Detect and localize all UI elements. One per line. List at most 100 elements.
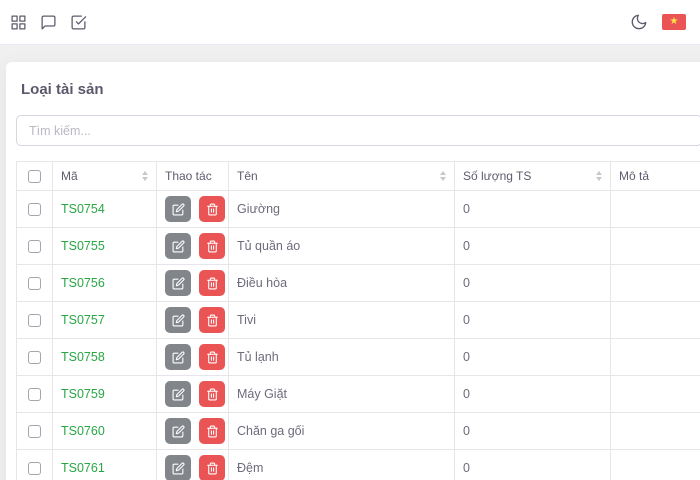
actions-cell [157, 228, 229, 265]
select-all-header [17, 162, 53, 191]
actions-cell [157, 413, 229, 450]
header-description: Mô tả [611, 162, 700, 191]
asset-code-link[interactable]: TS0761 [61, 461, 105, 475]
edit-icon [172, 314, 185, 327]
edit-button[interactable] [165, 307, 191, 333]
trash-icon [206, 425, 219, 438]
check-square-icon[interactable] [70, 14, 87, 31]
edit-icon [172, 240, 185, 253]
asset-code-link[interactable]: TS0758 [61, 350, 105, 364]
row-checkbox[interactable] [28, 462, 41, 475]
row-checkbox[interactable] [28, 240, 41, 253]
description-cell [611, 228, 700, 265]
trash-icon [206, 314, 219, 327]
name-cell: Đệm [229, 450, 455, 480]
edit-icon [172, 203, 185, 216]
edit-button[interactable] [165, 344, 191, 370]
delete-button[interactable] [199, 344, 225, 370]
asset-code-link[interactable]: TS0755 [61, 239, 105, 253]
sort-icon [142, 171, 148, 181]
quantity-cell: 0 [455, 450, 611, 480]
code-cell: TS0757 [53, 302, 157, 339]
code-cell: TS0758 [53, 339, 157, 376]
asset-code-link[interactable]: TS0760 [61, 424, 105, 438]
table-row: TS0757 Tivi 0 [17, 302, 700, 339]
trash-icon [206, 203, 219, 216]
edit-icon [172, 277, 185, 290]
row-checkbox-cell [17, 450, 53, 480]
quantity-cell: 0 [455, 265, 611, 302]
code-cell: TS0755 [53, 228, 157, 265]
trash-icon [206, 388, 219, 401]
topbar-left-icons [10, 14, 87, 31]
row-checkbox-cell [17, 413, 53, 450]
trash-icon [206, 240, 219, 253]
row-checkbox[interactable] [28, 277, 41, 290]
quantity-cell: 0 [455, 413, 611, 450]
delete-button[interactable] [199, 307, 225, 333]
table-row: TS0755 Tủ quần áo 0 [17, 228, 700, 265]
sort-icon [440, 171, 446, 181]
row-checkbox-cell [17, 191, 53, 228]
table-row: TS0758 Tủ lạnh 0 [17, 339, 700, 376]
edit-button[interactable] [165, 381, 191, 407]
code-cell: TS0761 [53, 450, 157, 480]
asset-code-link[interactable]: TS0756 [61, 276, 105, 290]
table-row: TS0760 Chăn ga gối 0 [17, 413, 700, 450]
topbar: ★ [0, 0, 700, 45]
delete-button[interactable] [199, 381, 225, 407]
asset-code-link[interactable]: TS0757 [61, 313, 105, 327]
delete-button[interactable] [199, 418, 225, 444]
description-cell [611, 265, 700, 302]
row-checkbox[interactable] [28, 425, 41, 438]
edit-button[interactable] [165, 270, 191, 296]
edit-button[interactable] [165, 196, 191, 222]
table-row: TS0759 Máy Giặt 0 [17, 376, 700, 413]
select-all-checkbox[interactable] [28, 170, 41, 183]
sort-icon [596, 171, 602, 181]
moon-icon[interactable] [630, 13, 648, 31]
header-quantity[interactable]: Số lượng TS [455, 162, 611, 191]
delete-button[interactable] [199, 196, 225, 222]
chat-icon[interactable] [40, 14, 57, 31]
actions-cell [157, 191, 229, 228]
name-cell: Chăn ga gối [229, 413, 455, 450]
row-checkbox-cell [17, 265, 53, 302]
page: Loại tài sản Mã [0, 45, 700, 480]
row-checkbox[interactable] [28, 203, 41, 216]
row-checkbox[interactable] [28, 314, 41, 327]
description-cell [611, 413, 700, 450]
edit-button[interactable] [165, 233, 191, 259]
header-code[interactable]: Mã [53, 162, 157, 191]
header-name[interactable]: Tên [229, 162, 455, 191]
name-cell: Giường [229, 191, 455, 228]
delete-button[interactable] [199, 455, 225, 480]
quantity-cell: 0 [455, 228, 611, 265]
vietnam-flag-icon[interactable]: ★ [662, 14, 686, 30]
quantity-cell: 0 [455, 339, 611, 376]
topbar-right: ★ [630, 13, 686, 31]
edit-button[interactable] [165, 455, 191, 480]
description-cell [611, 302, 700, 339]
search-input[interactable] [16, 115, 700, 146]
code-cell: TS0754 [53, 191, 157, 228]
row-checkbox[interactable] [28, 388, 41, 401]
edit-icon [172, 351, 185, 364]
delete-button[interactable] [199, 233, 225, 259]
name-cell: Tủ quần áo [229, 228, 455, 265]
grid-icon[interactable] [10, 14, 27, 31]
table-header-row: Mã Thao tác Tên [17, 162, 700, 191]
row-checkbox[interactable] [28, 351, 41, 364]
edit-button[interactable] [165, 418, 191, 444]
table-header: Mã Thao tác Tên [17, 162, 700, 191]
edit-icon [172, 425, 185, 438]
row-checkbox-cell [17, 302, 53, 339]
page-title: Loại tài sản [21, 81, 700, 98]
asset-code-link[interactable]: TS0754 [61, 202, 105, 216]
description-cell [611, 339, 700, 376]
quantity-cell: 0 [455, 191, 611, 228]
trash-icon [206, 462, 219, 475]
delete-button[interactable] [199, 270, 225, 296]
asset-code-link[interactable]: TS0759 [61, 387, 105, 401]
edit-icon [172, 462, 185, 475]
